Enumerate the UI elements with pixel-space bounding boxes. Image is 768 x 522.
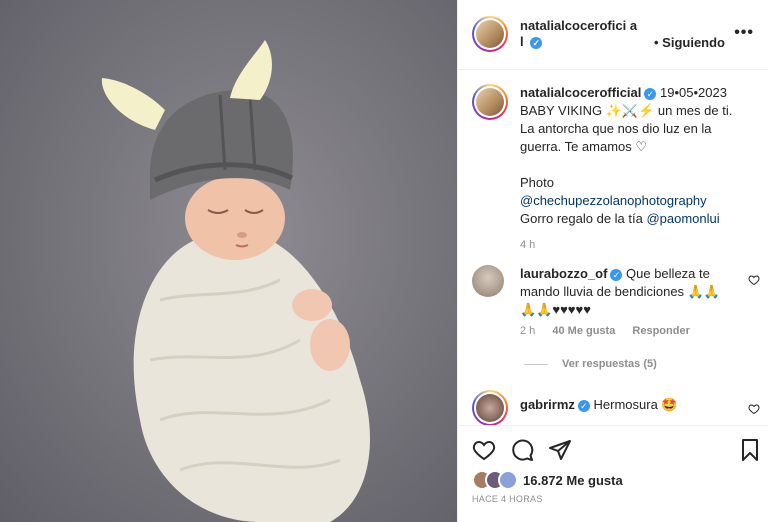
more-options-icon[interactable]: •••: [734, 24, 754, 42]
caption-line: La antorcha que nos dio luz en la: [520, 121, 712, 136]
photographer-mention[interactable]: @chechupezzolanophotography: [520, 192, 760, 210]
photo-label: Photo: [520, 175, 554, 190]
following-button[interactable]: • Siguiendo: [654, 35, 725, 50]
share-send-icon[interactable]: [548, 438, 572, 462]
caption-time: 4 h: [520, 239, 536, 251]
comment: gabrirmz ✓ Hermosura 🤩: [520, 397, 678, 412]
like-comment-icon[interactable]: [748, 403, 760, 415]
post-photo[interactable]: [0, 0, 457, 522]
caption-username[interactable]: natalialcocerofficial: [520, 85, 641, 100]
comment-username[interactable]: gabrirmz: [520, 397, 575, 412]
like-heart-icon[interactable]: [472, 438, 496, 462]
post-actions: 16.872 Me gusta HACE 4 HORAS: [458, 425, 768, 522]
gift-text: Gorro regalo de la tía: [520, 211, 647, 226]
caption-date: 19•05•2023: [660, 85, 727, 100]
comment-meta: 2 h 40 Me gusta Responder: [520, 325, 704, 337]
caption-line: BABY VIKING ✨⚔️⚡ un mes de ti.: [520, 103, 733, 118]
reply-button[interactable]: Responder: [632, 325, 689, 337]
comment-text: 🙏🙏♥♥♥♥♥: [520, 302, 591, 317]
likes-count[interactable]: 16.872 Me gusta: [523, 473, 623, 488]
verified-badge-icon: ✓: [644, 88, 657, 100]
view-replies-button[interactable]: Ver respuestas (5): [524, 358, 657, 370]
post-caption: natalialcocerofficial ✓ 19•05•2023 BABY V…: [520, 84, 760, 254]
baby-viking-photo: [101, 40, 370, 522]
comment-likes[interactable]: 40 Me gusta: [552, 325, 615, 337]
verified-badge-icon: ✓: [610, 269, 623, 281]
aunt-mention[interactable]: @paomonlui: [646, 211, 719, 226]
caption-avatar[interactable]: [472, 84, 508, 120]
commenter-avatar[interactable]: [472, 265, 504, 297]
post-panel: natalialcocerofici al ✓ • Siguiendo ••• …: [457, 0, 768, 522]
comment-bubble-icon[interactable]: [510, 438, 534, 462]
verified-badge-icon: ✓: [530, 37, 543, 49]
comment-text: mando lluvia de bendiciones 🙏🙏: [520, 284, 721, 299]
comment-username[interactable]: laurabozzo_of: [520, 266, 607, 281]
post-time-ago[interactable]: HACE 4 HORAS: [472, 494, 543, 504]
author-avatar[interactable]: [472, 16, 508, 52]
commenter-avatar[interactable]: [472, 390, 508, 426]
post-header: natalialcocerofici al ✓ • Siguiendo •••: [458, 0, 768, 70]
comment-time: 2 h: [520, 325, 536, 337]
comment: laurabozzo_of ✓ Que belleza te mando lluv…: [520, 265, 740, 319]
like-comment-icon[interactable]: [748, 274, 760, 286]
author-username[interactable]: natalialcocerofici al ✓: [520, 18, 638, 50]
caption-line: guerra. Te amamos ♡: [520, 139, 648, 154]
verified-badge-icon: ✓: [577, 400, 590, 412]
save-bookmark-icon[interactable]: [738, 438, 762, 462]
